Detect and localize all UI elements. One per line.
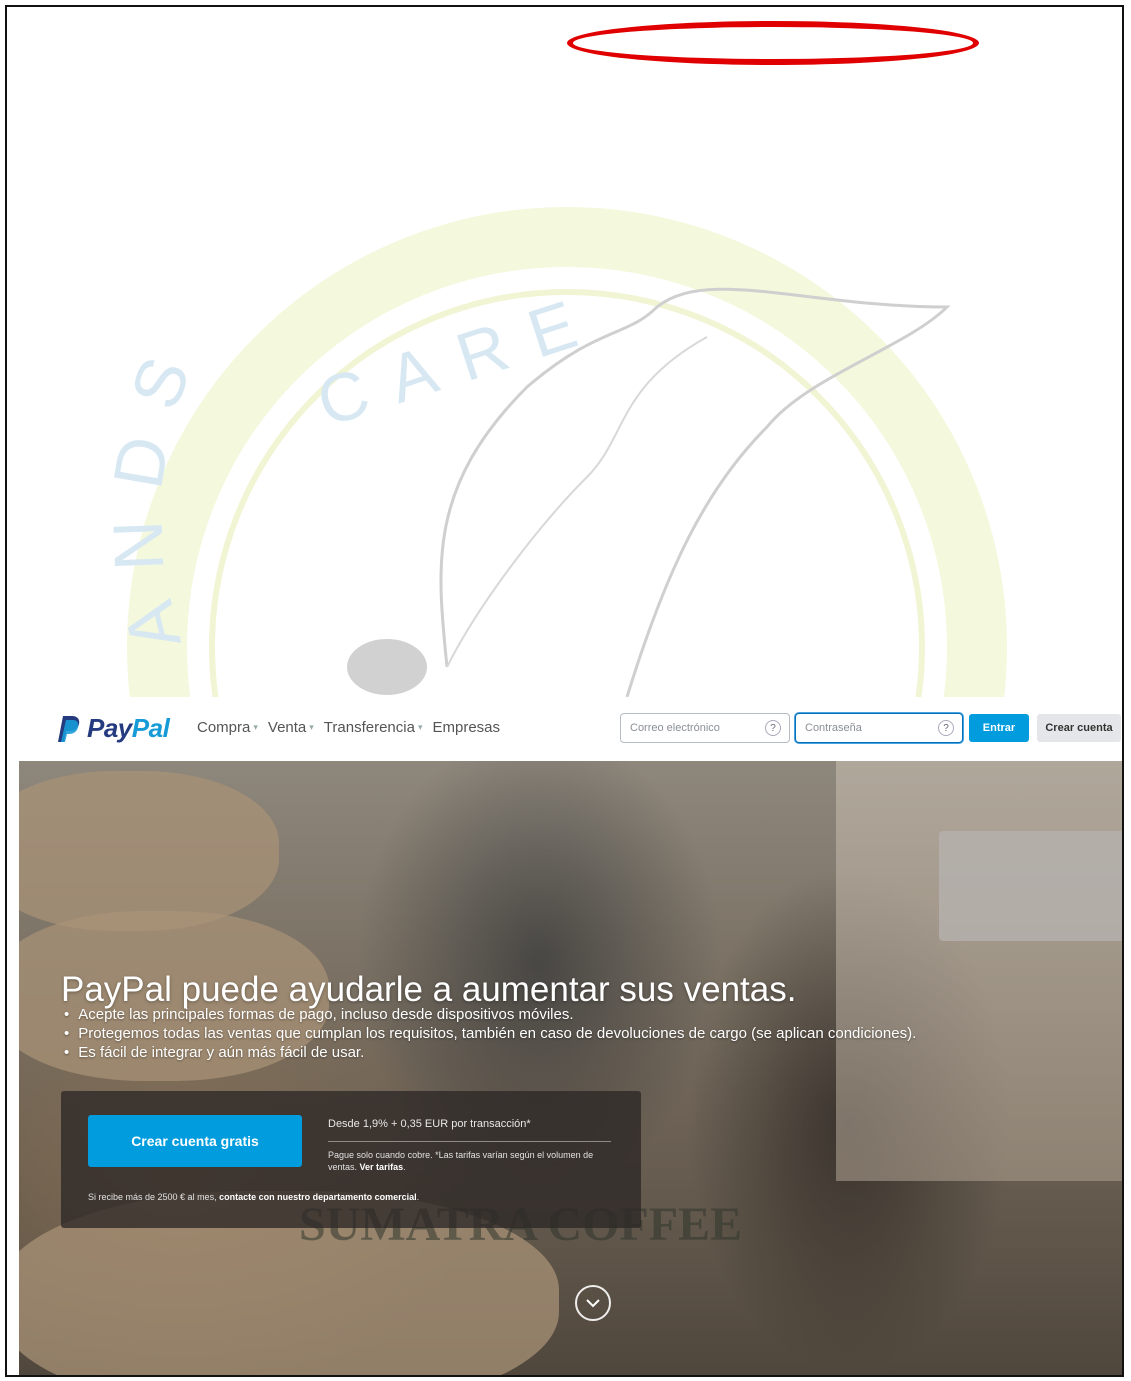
create-free-account-button[interactable]: Crear cuenta gratis xyxy=(88,1115,302,1167)
list-item: Es fácil de integrar y aún más fácil de … xyxy=(64,1043,916,1062)
menu-transferencia[interactable]: Transferencia ▾ xyxy=(324,719,423,736)
email-field-container: ? xyxy=(620,713,790,743)
top-navigation: PayPal Compra ▾ Venta ▾ Transferencia ▾ Emp… xyxy=(7,697,1122,761)
help-icon[interactable]: ? xyxy=(938,720,954,736)
screenshot-frame: ANDS CARE PayPal Compra ▾ Venta ▾ Transfer… xyxy=(5,5,1124,1377)
password-field-container: ? xyxy=(795,713,963,743)
watermark-area: ANDS CARE xyxy=(7,7,1122,697)
email-field[interactable] xyxy=(621,714,760,742)
help-icon[interactable]: ? xyxy=(765,720,781,736)
menu-compra[interactable]: Compra ▾ xyxy=(197,719,258,736)
contact-sales-text: Si recibe más de 2500 € al mes, contacte… xyxy=(88,1192,420,1202)
signup-button[interactable]: Crear cuenta xyxy=(1037,714,1121,742)
coffee-sack-image xyxy=(19,771,279,931)
divider xyxy=(328,1141,611,1142)
signup-panel: Crear cuenta gratis Desde 1,9% + 0,35 EU… xyxy=(61,1091,641,1228)
red-highlight-oval xyxy=(567,21,979,65)
chevron-down-icon xyxy=(586,1299,600,1308)
hero-section: SUMATRA COFFEE PayPal puede ayudarle a a… xyxy=(19,761,1122,1375)
chevron-down-icon: ▾ xyxy=(309,722,314,732)
menu-empresas[interactable]: Empresas xyxy=(432,719,500,736)
paypal-wordmark: PayPal xyxy=(87,713,170,743)
chevron-down-icon: ▾ xyxy=(253,722,258,732)
espresso-machine-image xyxy=(939,831,1122,941)
hero-bullet-list: Acepte las principales formas de pago, i… xyxy=(64,1005,916,1062)
scroll-down-button[interactable] xyxy=(575,1285,611,1321)
login-button[interactable]: Entrar xyxy=(969,714,1029,742)
list-item: Acepte las principales formas de pago, i… xyxy=(64,1005,916,1024)
paypal-p-icon xyxy=(58,715,80,742)
menu-venta[interactable]: Venta ▾ xyxy=(268,719,314,736)
watermark-logo: ANDS CARE xyxy=(98,207,1007,697)
paypal-logo[interactable]: PayPal xyxy=(57,713,170,744)
fee-note: Pague solo cuando cobre. *Las tarifas va… xyxy=(328,1150,594,1172)
main-menu: Compra ▾ Venta ▾ Transferencia ▾ Empresas xyxy=(197,719,510,736)
password-field[interactable] xyxy=(796,714,935,742)
contact-sales-link[interactable]: contacte con nuestro departamento comerc… xyxy=(219,1192,417,1202)
fee-text: Desde 1,9% + 0,35 EUR por transacción* xyxy=(328,1118,531,1130)
background-wall xyxy=(836,761,1122,1181)
view-fees-link[interactable]: Ver tarifas xyxy=(360,1162,404,1172)
list-item: Protegemos todas las ventas que cumplan … xyxy=(64,1024,916,1043)
chevron-down-icon: ▾ xyxy=(417,722,423,732)
